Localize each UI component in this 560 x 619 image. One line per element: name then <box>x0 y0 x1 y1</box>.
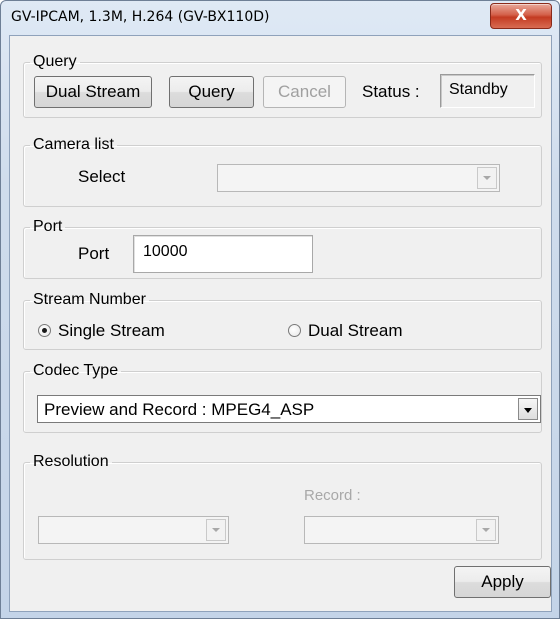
port-group-label: Port <box>33 218 63 235</box>
chevron-down-icon <box>476 519 496 541</box>
stream-number-group-label: Stream Number <box>33 291 146 308</box>
status-value: Standby <box>440 74 535 108</box>
radio-selected-dot <box>42 328 47 333</box>
port-input[interactable]: 10000 <box>133 235 313 273</box>
title-bar[interactable]: GV-IPCAM, 1.3M, H.264 (GV-BX110D) X <box>1 1 559 35</box>
camera-select-dropdown[interactable] <box>217 164 500 192</box>
query-group-label: Query <box>33 53 77 70</box>
resolution-group-label: Resolution <box>33 453 109 470</box>
single-stream-radio[interactable] <box>38 324 51 337</box>
dialog-client-area: Query Dual Stream Query Cancel Status : … <box>9 35 552 612</box>
chevron-down-icon <box>477 167 497 189</box>
apply-button[interactable]: Apply <box>454 566 551 598</box>
query-button[interactable]: Query <box>169 76 254 108</box>
status-label: Status : <box>362 82 420 101</box>
record-label: Record : <box>304 487 361 504</box>
preview-resolution-dropdown[interactable] <box>38 516 229 544</box>
close-button[interactable]: X <box>490 3 552 29</box>
chevron-down-icon <box>206 519 226 541</box>
record-resolution-dropdown[interactable] <box>304 516 499 544</box>
window-title: GV-IPCAM, 1.3M, H.264 (GV-BX110D) <box>11 9 270 25</box>
codec-type-value: Preview and Record : MPEG4_ASP <box>44 400 315 419</box>
dual-stream-radio[interactable] <box>288 324 301 337</box>
select-label: Select <box>78 167 126 186</box>
codec-type-group-label: Codec Type <box>33 362 119 379</box>
cancel-button[interactable]: Cancel <box>263 76 346 108</box>
single-stream-label[interactable]: Single Stream <box>58 321 165 341</box>
dual-stream-button[interactable]: Dual Stream <box>34 76 152 108</box>
port-label: Port <box>78 244 110 263</box>
dual-stream-label[interactable]: Dual Stream <box>308 321 402 341</box>
resolution-group: Resolution <box>23 454 542 560</box>
close-icon: X <box>515 6 527 24</box>
codec-type-dropdown[interactable]: Preview and Record : MPEG4_ASP <box>37 395 541 423</box>
chevron-down-icon[interactable] <box>518 398 538 420</box>
dialog-window: GV-IPCAM, 1.3M, H.264 (GV-BX110D) X Quer… <box>0 0 560 619</box>
camera-list-group-label: Camera list <box>33 136 114 153</box>
